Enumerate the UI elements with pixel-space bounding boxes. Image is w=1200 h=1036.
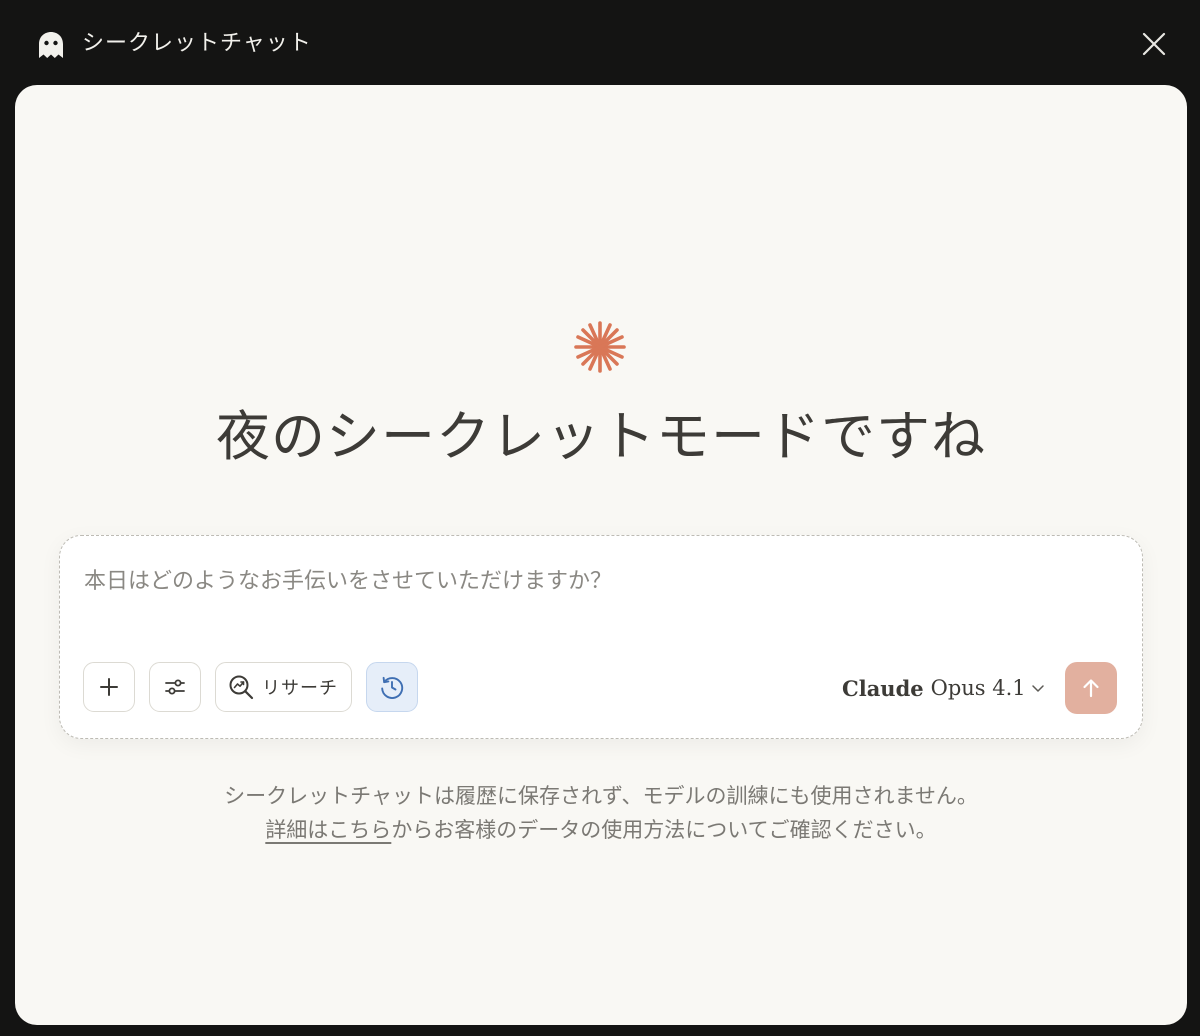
plus-icon xyxy=(100,678,118,696)
disclaimer-line-2-text: からお客様のデータの使用方法についてご確認ください。 xyxy=(391,818,937,842)
history-clock-icon xyxy=(381,676,404,699)
greeting-heading: 夜のシークレットモードですね xyxy=(216,405,986,468)
learn-more-link[interactable]: 詳細はこちら xyxy=(265,818,391,842)
privacy-disclaimer: シークレットチャットは履歴に保存されず、モデルの訓練にも使用されません。 詳細は… xyxy=(15,779,1187,847)
disclaimer-line-2: 詳細はこちらからお客様のデータの使用方法についてご確認ください。 xyxy=(15,813,1187,847)
claude-spark-icon xyxy=(574,321,626,373)
research-button[interactable]: リサーチ xyxy=(215,662,352,712)
close-icon[interactable] xyxy=(1136,26,1172,62)
message-composer: リサーチ Claude Opus 4.1 xyxy=(59,535,1143,739)
tools-settings-button[interactable] xyxy=(149,662,201,712)
research-label: リサーチ xyxy=(262,678,338,699)
research-search-icon xyxy=(229,675,254,700)
send-button[interactable] xyxy=(1065,662,1117,714)
model-name-version: Opus 4.1 xyxy=(930,676,1026,700)
history-toggle-button[interactable] xyxy=(366,662,418,712)
window-title: シークレットチャット xyxy=(82,31,312,56)
model-selector[interactable]: Claude Opus 4.1 xyxy=(842,672,1046,704)
arrow-up-icon xyxy=(1083,679,1099,698)
main-panel: 夜のシークレットモードですね 本日はどのようなお手伝いをさせていただけますか？ … xyxy=(15,85,1187,1025)
ghost-icon xyxy=(39,32,63,58)
title-bar: シークレットチャット xyxy=(0,0,1200,86)
sliders-icon xyxy=(165,679,185,695)
model-name-brand: Claude xyxy=(842,675,924,701)
incognito-chat-window: シークレットチャット 夜のシークレットモードですね 本日はどのようなお手伝いをさ… xyxy=(0,0,1200,1036)
add-attachment-button[interactable] xyxy=(83,662,135,712)
disclaimer-line-1: シークレットチャットは履歴に保存されず、モデルの訓練にも使用されません。 xyxy=(224,784,978,808)
chevron-down-icon xyxy=(1031,685,1044,692)
message-input[interactable] xyxy=(82,560,1126,602)
